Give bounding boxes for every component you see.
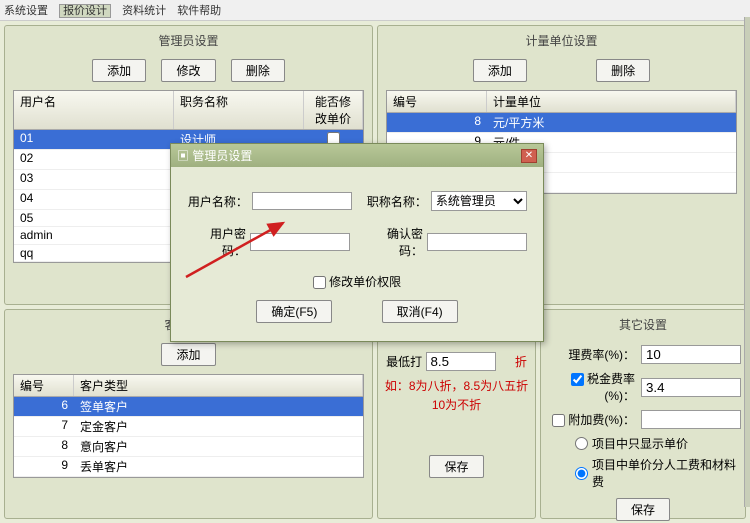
dlg-unitprice-checkbox[interactable] [313,276,326,289]
discount-zhe: 折 [515,355,527,369]
tax-rate-input[interactable] [641,378,741,397]
admin-col-job: 职务名称 [174,91,304,129]
close-icon[interactable]: ✕ [521,149,537,163]
admin-edit-button[interactable]: 修改 [161,59,215,82]
unit-delete-button[interactable]: 删除 [596,59,650,82]
menu-system[interactable]: 系统设置 [4,5,48,17]
tax-checkbox[interactable] [571,373,584,386]
dlg-pwd-label: 用户密码： [187,225,246,259]
dlg-cancel-button[interactable]: 取消(F4) [382,300,458,323]
panel-unit-title: 计量单位设置 [382,30,741,55]
extra-fee-input[interactable] [641,410,741,429]
table-row[interactable]: 6签单客户 [14,397,363,417]
menu-help[interactable]: 软件帮助 [177,5,221,17]
cust-add-button[interactable]: 添加 [161,343,215,366]
dlg-user-input[interactable] [252,192,352,210]
mgmt-rate-label: 理费率(%)： [545,346,635,363]
dlg-job-label: 职称名称： [366,193,427,210]
discount-hint: 如：8为八折，8.5为八五折 10为不折 [382,377,531,415]
panel-admin-title: 管理员设置 [9,30,368,55]
dlg-user-label: 用户名称： [187,193,248,210]
admin-add-button[interactable]: 添加 [92,59,146,82]
dlg-ok-button[interactable]: 确定(F5) [256,300,332,323]
dlg-pwd2-label: 确认密码： [364,225,423,259]
table-row[interactable]: 8元/平方米 [387,113,736,133]
dialog-title: 管理员设置 [192,149,252,163]
dlg-chk-label: 修改单价权限 [329,275,401,289]
unit-add-button[interactable]: 添加 [473,59,527,82]
menu-stat[interactable]: 资料统计 [122,5,166,17]
table-row[interactable]: 9丢单客户 [14,457,363,477]
admin-col-user: 用户名 [14,91,174,129]
mgmt-rate-input[interactable] [641,345,741,364]
other-save-button[interactable]: 保存 [616,498,670,521]
dlg-job-select[interactable]: 系统管理员 [431,191,527,211]
discount-save-button[interactable]: 保存 [429,455,483,478]
dlg-pwd2-input[interactable] [427,233,527,251]
table-row[interactable]: 8意向客户 [14,437,363,457]
menubar: 系统设置 报价设计 资料统计 软件帮助 [0,0,750,21]
cust-col-type: 客户类型 [74,375,363,396]
unit-col-unit: 计量单位 [487,91,736,112]
discount-min-label: 最低打 [386,355,422,369]
admin-delete-button[interactable]: 删除 [231,59,285,82]
admin-col-flag: 能否修改单价 [304,91,363,129]
radio-unitprice-only[interactable] [575,437,588,450]
dlg-pwd-input[interactable] [250,233,350,251]
cust-col-id: 编号 [14,375,74,396]
table-row[interactable]: 7定金客户 [14,417,363,437]
panel-other-title: 其它设置 [545,314,741,339]
discount-min-input[interactable] [426,352,496,371]
dialog-admin: ▣ 管理员设置 ✕ 用户名称： 职称名称： 系统管理员 用户密码： 确认密码： … [170,143,544,342]
radio-unitprice-split[interactable] [575,467,588,480]
cust-table: 编号 客户类型 6签单客户7定金客户8意向客户9丢单客户 [13,374,364,478]
menu-pricing[interactable]: 报价设计 [59,4,111,18]
unit-col-id: 编号 [387,91,487,112]
extra-checkbox[interactable] [552,414,565,427]
scrollbar[interactable] [744,17,750,507]
panel-other: 其它设置 理费率(%)： 税金费率(%)： 附加费(%)： 项目中只显示单价 项… [540,309,746,519]
